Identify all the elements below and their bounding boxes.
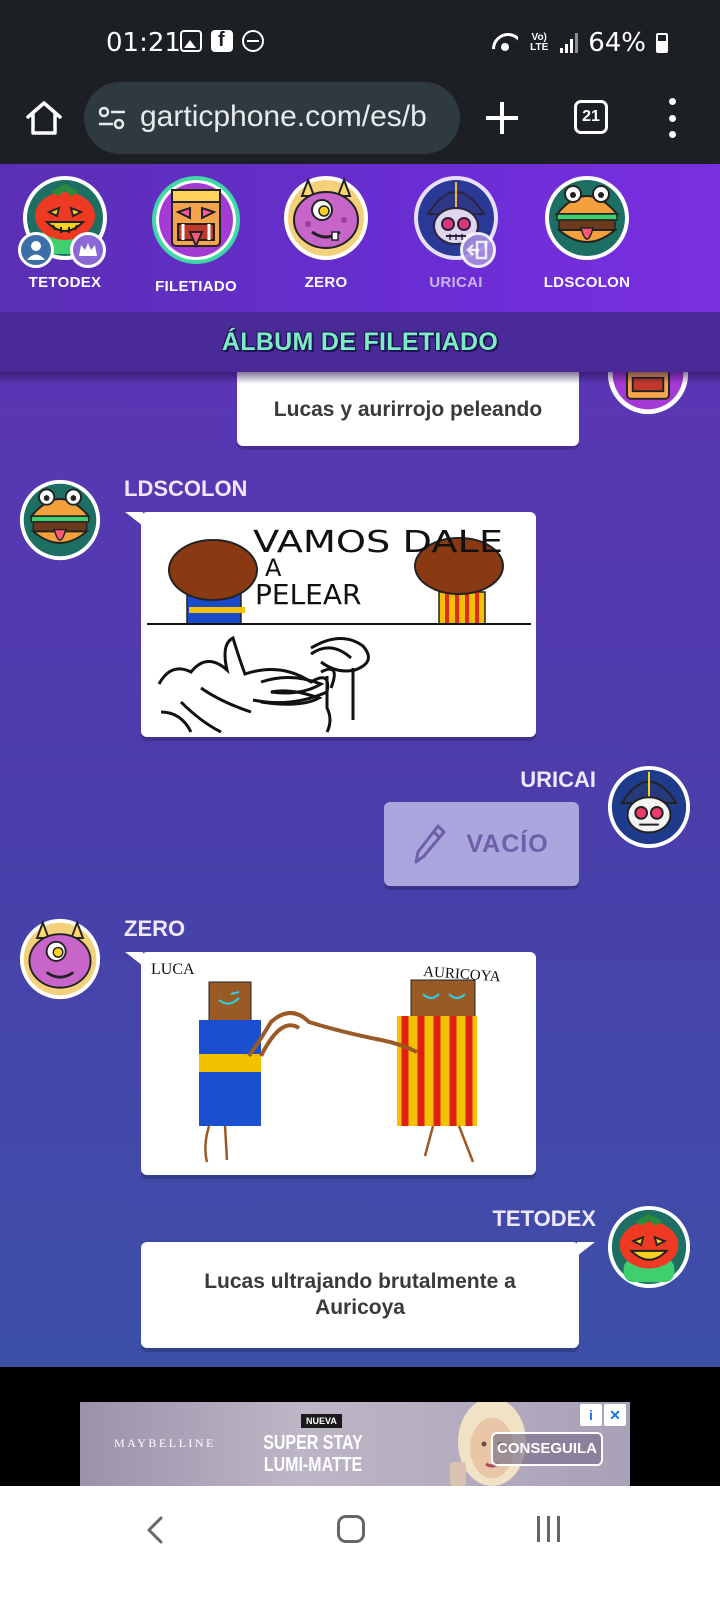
player-name: LDSCOLON	[543, 274, 631, 291]
skull-avatar-icon	[607, 765, 691, 849]
pencil-icon	[414, 824, 446, 864]
empty-message: VACÍO	[384, 802, 579, 886]
battery-icon	[656, 33, 668, 53]
ad-brand: MAYBELLINE	[114, 1436, 216, 1450]
message-text: Lucas ultrajando brutalmente a Auricoya	[204, 1270, 516, 1319]
site-settings-icon[interactable]	[98, 106, 126, 130]
message-author: LDSCOLON	[124, 476, 248, 501]
cyclops-avatar-icon	[284, 176, 368, 260]
user-badge-icon	[18, 232, 54, 268]
browser-toolbar: garticphone.com/es/b 21	[0, 82, 720, 164]
player-uricai[interactable]: URICAI	[396, 174, 516, 291]
url-text[interactable]: garticphone.com/es/b	[140, 100, 427, 134]
battery-percent: 64%	[588, 28, 646, 58]
players-list: TETODEX FILETIADO ZERO URICAI LDSCOLON	[0, 164, 720, 312]
scroll-shadow	[0, 372, 720, 384]
message-author: TETODEX	[492, 1206, 596, 1231]
crown-icon	[70, 232, 106, 268]
back-icon[interactable]	[145, 1516, 165, 1544]
album-header: ÁLBUM DE FILETIADO	[0, 312, 720, 372]
tomato-avatar-icon	[607, 1205, 691, 1289]
volte-icon: Vo) LTE	[530, 32, 549, 53]
drawing-text-line1: VAMOS DALE	[253, 525, 503, 560]
advertisement-banner[interactable]: MAYBELLINE NUEVA SUPER STAY LUMI-MATTE C…	[80, 1402, 630, 1486]
ad-info-icon[interactable]: i	[580, 1404, 602, 1426]
player-ldscolon[interactable]: LDSCOLON	[527, 174, 647, 291]
player-name: ZERO	[304, 274, 348, 291]
new-tab-icon[interactable]	[484, 100, 520, 136]
clock: 01:21	[106, 28, 181, 58]
ad-cta-button[interactable]: CONSEGUILA	[491, 1432, 603, 1466]
wifi-icon	[492, 33, 518, 53]
ad-tag: NUEVA	[301, 1414, 342, 1428]
empty-label: VACÍO	[466, 829, 549, 858]
text-message: Lucas ultrajando brutalmente a Auricoya	[141, 1242, 595, 1348]
burger-avatar-icon	[545, 176, 629, 260]
recents-icon[interactable]	[537, 1516, 560, 1542]
signal-icon	[560, 33, 579, 53]
address-bar[interactable]: garticphone.com/es/b	[84, 82, 460, 154]
gallery-icon	[180, 30, 202, 52]
drawing-canvas: VAMOS DALE A PELEAR	[147, 525, 531, 734]
browser-menu-icon[interactable]	[666, 98, 678, 138]
drawing-message[interactable]: LUCA AURICOYA	[125, 952, 536, 1175]
player-name: URICAI	[429, 274, 483, 291]
player-filetiado[interactable]: FILETIADO	[136, 174, 256, 295]
facebook-icon	[211, 29, 233, 52]
tiki-avatar-icon	[152, 176, 240, 264]
exit-icon	[460, 232, 496, 268]
album-title: ÁLBUM DE FILETIADO	[221, 328, 499, 356]
message-author: URICAI	[520, 767, 596, 792]
cyclops-avatar-icon	[19, 918, 101, 1000]
system-navigation-bar	[0, 1486, 720, 1600]
message-text: Lucas y aurirrojo peleando	[273, 398, 543, 421]
tab-switcher-button[interactable]: 21	[574, 100, 608, 134]
drawing-canvas: LUCA AURICOYA	[151, 961, 501, 1163]
player-zero[interactable]: ZERO	[266, 174, 386, 291]
ad-close-icon[interactable]: ✕	[604, 1404, 626, 1426]
home-icon[interactable]	[22, 96, 66, 140]
status-bar: 01:21 Vo) LTE 64%	[0, 0, 720, 82]
do-not-disturb-icon	[242, 30, 264, 52]
fight-scribble	[157, 635, 370, 734]
burger-avatar-icon	[19, 479, 101, 561]
drawing-text-line3: PELEAR	[255, 578, 361, 611]
player-name: FILETIADO	[155, 278, 237, 295]
ad-headline: SUPER STAY LUMI-MATTE	[263, 1432, 363, 1476]
notification-icons	[180, 29, 264, 52]
album-chat[interactable]: Lucas y aurirrojo peleando LDSCOLON VAMO…	[0, 372, 720, 1367]
drawing-message[interactable]: VAMOS DALE A PELEAR	[125, 512, 536, 737]
drawing-label-left: LUCA	[151, 961, 195, 978]
player-tetodex[interactable]: TETODEX	[5, 174, 125, 291]
player-name: TETODEX	[28, 274, 102, 291]
message-author: ZERO	[124, 916, 186, 941]
home-nav-icon[interactable]	[337, 1515, 365, 1543]
